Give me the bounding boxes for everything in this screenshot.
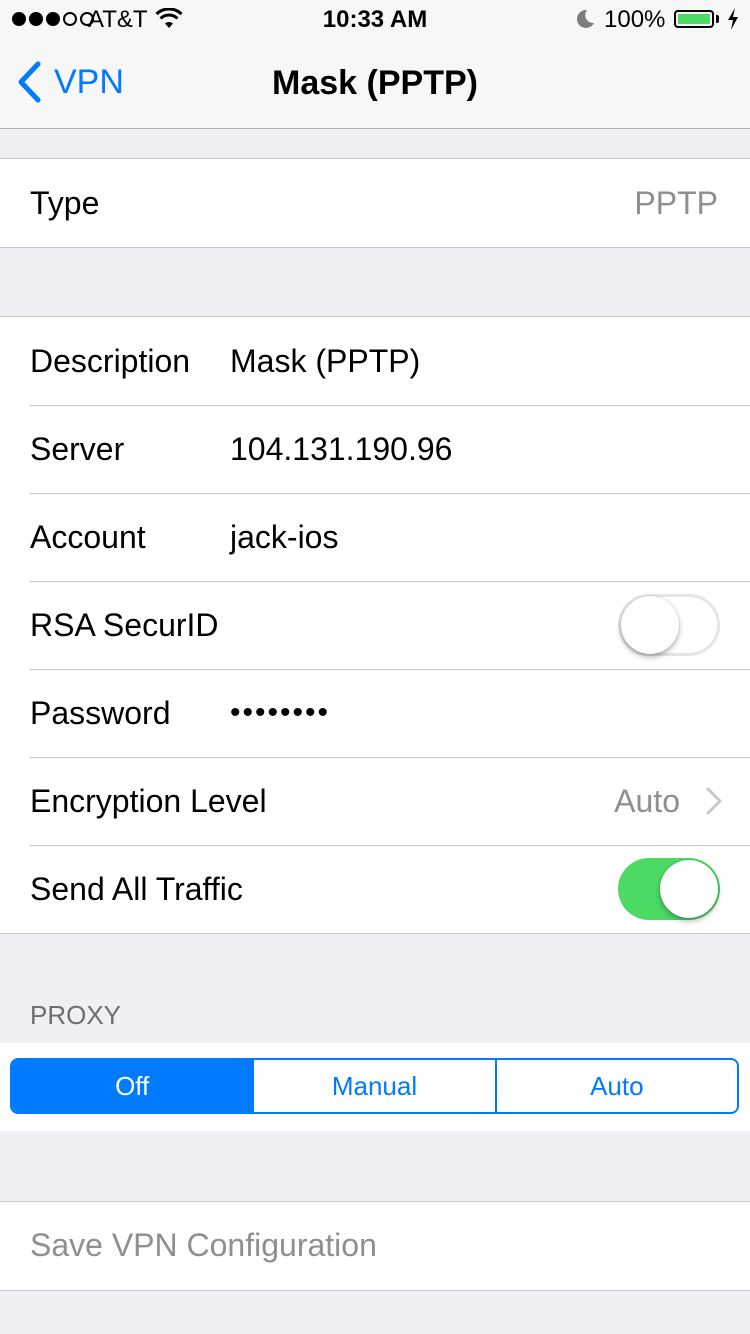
proxy-option-auto[interactable]: Auto <box>494 1060 737 1112</box>
send-all-traffic-row: Send All Traffic <box>0 845 750 933</box>
battery-percentage: 100% <box>604 6 666 33</box>
page-title: Mask (PPTP) <box>272 64 478 102</box>
proxy-option-manual[interactable]: Manual <box>252 1060 494 1112</box>
encryption-level-row[interactable]: Encryption Level Auto <box>0 757 750 845</box>
send-all-traffic-toggle[interactable] <box>618 858 720 920</box>
type-row: Type PPTP <box>0 159 750 247</box>
type-value: PPTP <box>634 185 718 221</box>
description-field[interactable]: Mask (PPTP) <box>230 317 420 405</box>
type-label: Type <box>30 185 100 221</box>
server-label: Server <box>30 431 125 467</box>
description-row[interactable]: Description Mask (PPTP) <box>0 317 750 405</box>
vpn-settings-group: Description Mask (PPTP) Server 104.131.1… <box>0 316 750 934</box>
server-row[interactable]: Server 104.131.190.96 <box>0 405 750 493</box>
navigation-bar: AT&T 10:33 AM 100% VPN Mask (PPTP) <box>0 0 750 129</box>
battery-icon <box>674 10 714 28</box>
proxy-option-off[interactable]: Off <box>12 1060 253 1112</box>
description-label: Description <box>30 343 191 379</box>
rsa-securid-row: RSA SecurID <box>0 581 750 669</box>
send-all-traffic-label: Send All Traffic <box>30 871 243 907</box>
password-row[interactable]: Password •••••••• <box>0 669 750 757</box>
encryption-level-label: Encryption Level <box>30 783 267 819</box>
account-field[interactable]: jack-ios <box>230 493 338 581</box>
rsa-securid-label: RSA SecurID <box>30 607 219 643</box>
server-field[interactable]: 104.131.190.96 <box>230 405 452 493</box>
charging-bolt-icon <box>728 8 738 30</box>
proxy-segmented-control: Off Manual Auto <box>10 1058 739 1114</box>
account-row[interactable]: Account jack-ios <box>0 493 750 581</box>
type-group: Type PPTP <box>0 158 750 248</box>
save-group: Save VPN Configuration <box>0 1201 750 1291</box>
chevron-right-icon <box>706 787 722 815</box>
proxy-control-container: Off Manual Auto <box>0 1043 750 1131</box>
rsa-securid-toggle[interactable] <box>618 594 720 656</box>
proxy-section-header: PROXY <box>30 1000 122 1030</box>
account-label: Account <box>30 519 146 555</box>
password-field[interactable]: •••••••• <box>230 669 330 757</box>
save-vpn-configuration-button[interactable]: Save VPN Configuration <box>30 1202 377 1288</box>
do-not-disturb-moon-icon <box>576 9 594 28</box>
encryption-level-value: Auto <box>614 783 680 819</box>
battery-cap <box>716 15 719 23</box>
password-label: Password <box>30 695 171 731</box>
status-bar: AT&T 10:33 AM 100% <box>0 0 750 40</box>
